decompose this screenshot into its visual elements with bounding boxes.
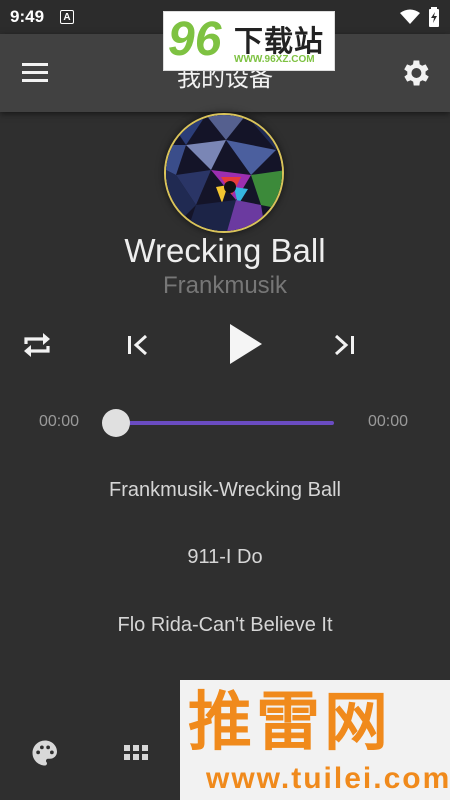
- playlist-item[interactable]: Flo Rida-Can't Believe It: [0, 614, 450, 637]
- skip-next-icon: [334, 334, 354, 356]
- previous-button[interactable]: [124, 331, 152, 359]
- total-time: 00:00: [368, 413, 409, 430]
- album-art: [164, 113, 284, 233]
- watermark-logo-96xz: 96 下载站 WWW.96XZ.COM: [163, 11, 335, 71]
- seek-bar[interactable]: [116, 421, 334, 425]
- playlist-item[interactable]: Frankmusik-Wrecking Ball: [0, 479, 450, 502]
- wifi-icon: [400, 9, 420, 24]
- watermark-logo-tuilei: 推雷网 www.tuilei.com: [180, 680, 450, 800]
- seek-thumb[interactable]: [102, 409, 130, 437]
- watermark-url: www.tuilei.com: [206, 762, 450, 795]
- watermark-url: WWW.96XZ.COM: [234, 54, 315, 65]
- skip-previous-icon: [128, 334, 148, 356]
- notification-icon: A: [60, 10, 75, 24]
- battery-icon: [429, 7, 439, 27]
- current-time: 00:00: [39, 413, 80, 430]
- song-artist: Frankmusik: [162, 272, 288, 299]
- grid-view-button[interactable]: [122, 740, 150, 768]
- settings-button[interactable]: [398, 56, 432, 90]
- repeat-icon: [24, 333, 50, 357]
- album-art-image: [166, 115, 282, 231]
- status-time: 9:49: [10, 7, 45, 26]
- watermark-number: 96: [168, 13, 222, 66]
- repeat-button[interactable]: [20, 330, 54, 360]
- gear-icon: [404, 60, 429, 86]
- watermark-text: 推雷网: [188, 686, 392, 758]
- status-indicators: [400, 7, 440, 27]
- theme-button[interactable]: [30, 738, 60, 768]
- playlist-item[interactable]: 911-I Do: [0, 546, 450, 569]
- song-title: Wrecking Ball: [124, 232, 326, 269]
- grid-icon: [124, 745, 148, 760]
- play-icon: [230, 324, 262, 364]
- palette-icon: [32, 740, 57, 766]
- next-button[interactable]: [330, 331, 358, 359]
- play-button[interactable]: [226, 322, 266, 366]
